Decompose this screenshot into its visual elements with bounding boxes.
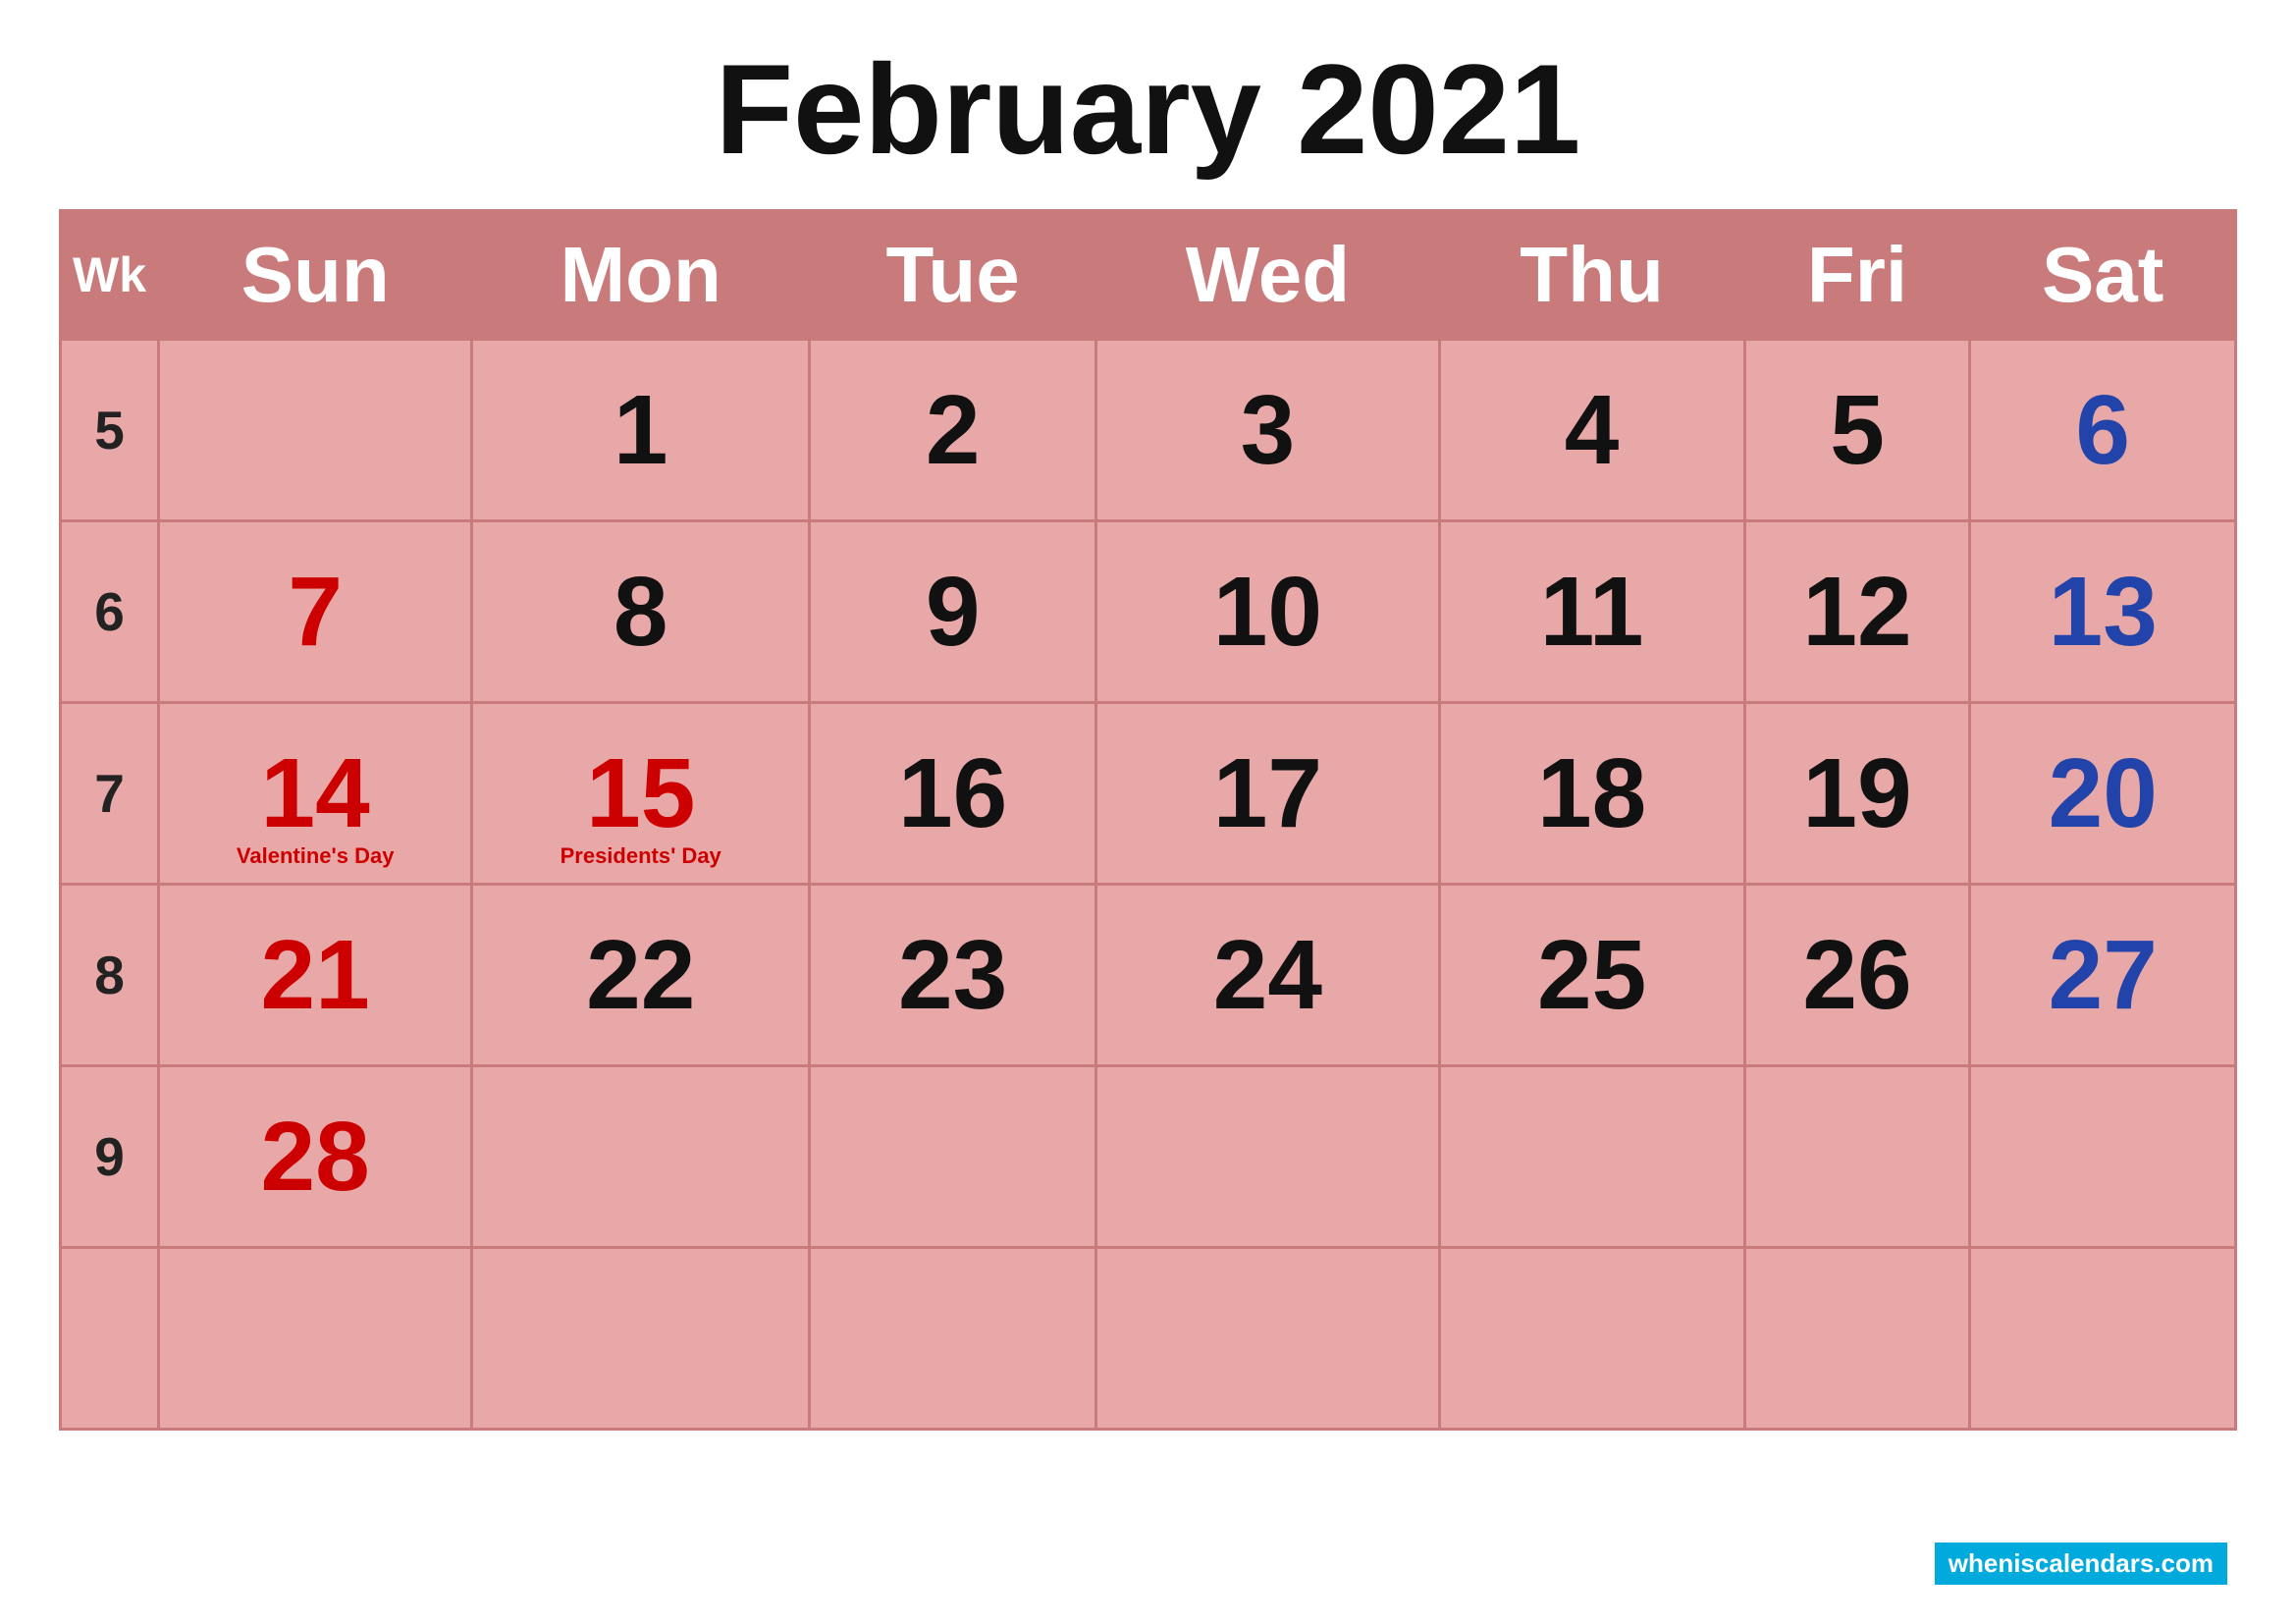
calendar-cell: 22 [472, 885, 810, 1066]
week-number: 8 [61, 885, 159, 1066]
calendar-cell: 4 [1439, 340, 1744, 521]
empty-cell [159, 1248, 472, 1430]
calendar-cell: 5 [1744, 340, 1970, 521]
calendar-cell [810, 1066, 1096, 1248]
empty-row [61, 1248, 2236, 1430]
calendar-cell [472, 1066, 810, 1248]
table-row: 5123456 [61, 340, 2236, 521]
col-header-tue: Tue [810, 211, 1096, 340]
calendar-cell [159, 340, 472, 521]
calendar-cell: 11 [1439, 521, 1744, 703]
calendar-cell: 13 [1970, 521, 2236, 703]
col-header-wk: Wk [61, 211, 159, 340]
header-row: Wk Sun Mon Tue Wed Thu Fri Sat [61, 211, 2236, 340]
calendar-cell: 12 [1744, 521, 1970, 703]
calendar-table: Wk Sun Mon Tue Wed Thu Fri Sat 512345667… [59, 209, 2237, 1431]
calendar-cell: 17 [1096, 703, 1439, 885]
calendar-cell: 2 [810, 340, 1096, 521]
calendar-cell [1744, 1066, 1970, 1248]
table-row: 678910111213 [61, 521, 2236, 703]
empty-cell [472, 1248, 810, 1430]
col-header-mon: Mon [472, 211, 810, 340]
calendar-cell: 8 [472, 521, 810, 703]
calendar-cell [1096, 1066, 1439, 1248]
col-header-thu: Thu [1439, 211, 1744, 340]
footer: wheniscalendars.com [59, 1543, 2237, 1585]
col-header-wed: Wed [1096, 211, 1439, 340]
calendar-cell: 6 [1970, 340, 2236, 521]
empty-cell [1744, 1248, 1970, 1430]
week-number: 9 [61, 1066, 159, 1248]
col-header-sat: Sat [1970, 211, 2236, 340]
calendar-cell: 28 [159, 1066, 472, 1248]
calendar-cell: 1 [472, 340, 810, 521]
calendar-cell: 14Valentine's Day [159, 703, 472, 885]
empty-cell [1439, 1248, 1744, 1430]
week-number: 5 [61, 340, 159, 521]
calendar-cell: 26 [1744, 885, 1970, 1066]
page-title: February 2021 [716, 39, 1581, 180]
table-row: 714Valentine's Day15Presidents' Day16171… [61, 703, 2236, 885]
holiday-label: Presidents' Day [473, 843, 808, 869]
holiday-label: Valentine's Day [160, 843, 470, 869]
empty-cell [810, 1248, 1096, 1430]
calendar-cell: 27 [1970, 885, 2236, 1066]
calendar-cell: 19 [1744, 703, 1970, 885]
table-row: 928 [61, 1066, 2236, 1248]
week-number: 7 [61, 703, 159, 885]
calendar-cell: 20 [1970, 703, 2236, 885]
calendar-cell: 25 [1439, 885, 1744, 1066]
col-header-fri: Fri [1744, 211, 1970, 340]
watermark: wheniscalendars.com [1935, 1543, 2227, 1585]
week-number: 6 [61, 521, 159, 703]
col-header-sun: Sun [159, 211, 472, 340]
calendar-cell: 7 [159, 521, 472, 703]
calendar-cell [1439, 1066, 1744, 1248]
calendar-cell: 23 [810, 885, 1096, 1066]
empty-cell [1970, 1248, 2236, 1430]
calendar-cell: 3 [1096, 340, 1439, 521]
table-row: 821222324252627 [61, 885, 2236, 1066]
empty-cell [61, 1248, 159, 1430]
calendar-cell: 10 [1096, 521, 1439, 703]
calendar-cell: 24 [1096, 885, 1439, 1066]
empty-cell [1096, 1248, 1439, 1430]
calendar-cell [1970, 1066, 2236, 1248]
calendar-cell: 21 [159, 885, 472, 1066]
calendar-cell: 15Presidents' Day [472, 703, 810, 885]
calendar: Wk Sun Mon Tue Wed Thu Fri Sat 512345667… [59, 209, 2237, 1523]
calendar-cell: 9 [810, 521, 1096, 703]
calendar-cell: 18 [1439, 703, 1744, 885]
calendar-cell: 16 [810, 703, 1096, 885]
